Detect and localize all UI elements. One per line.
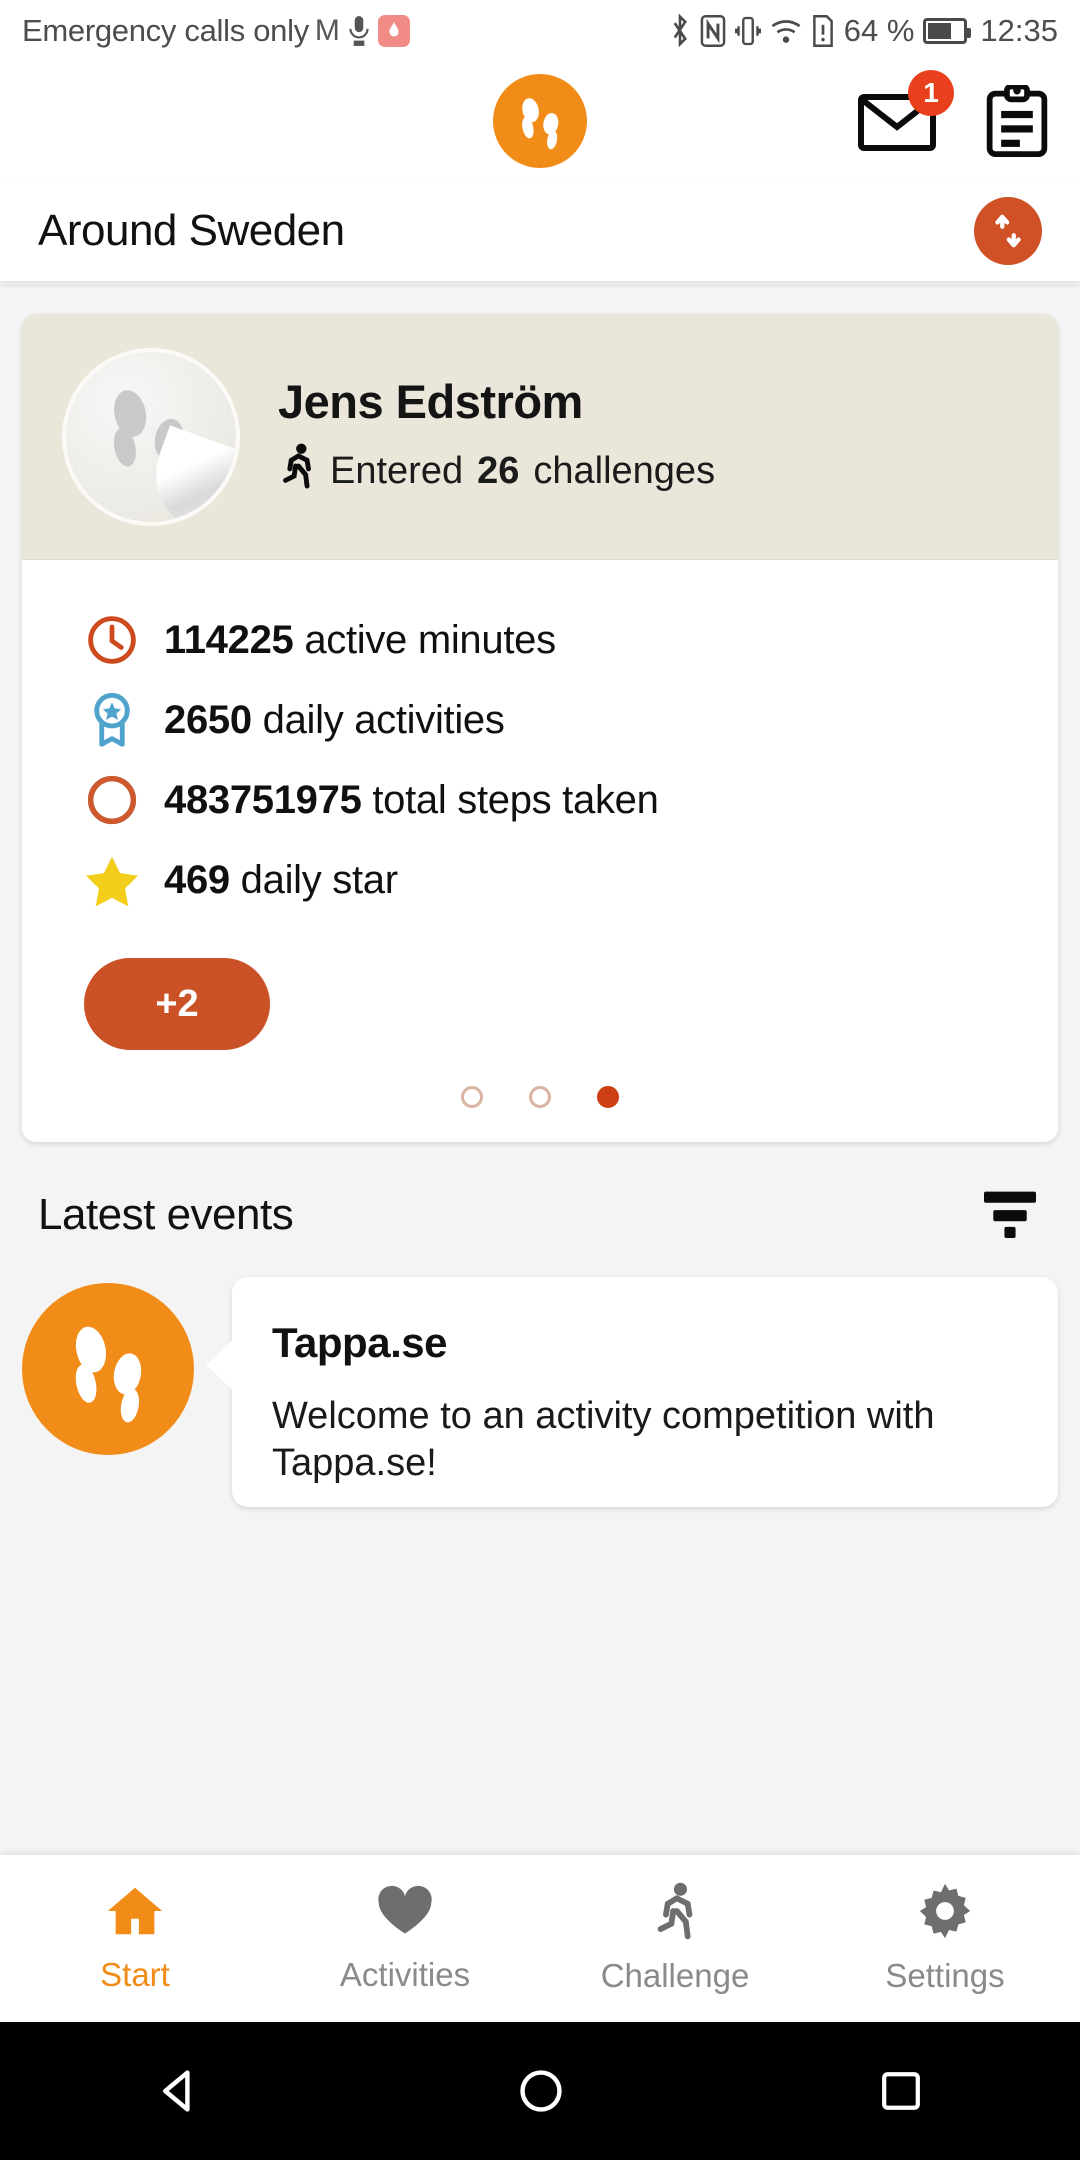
mic-icon <box>346 15 372 47</box>
latest-events-title: Latest events <box>38 1189 294 1239</box>
stat-label: daily activities <box>262 697 505 742</box>
stat-label: total steps taken <box>372 777 659 822</box>
stat-row: 2650 daily activities <box>22 680 1058 760</box>
square-recents-icon[interactable] <box>878 2068 924 2114</box>
running-person-icon <box>278 443 316 499</box>
gmail-icon: M <box>314 14 340 47</box>
battery-percent: 64 % <box>843 13 915 48</box>
list-item[interactable]: Tappa.se Welcome to an activity competit… <box>0 1243 1080 1508</box>
stat-row: 114225 active minutes <box>22 600 1058 680</box>
header-actions: 1 <box>858 70 1050 157</box>
battery-icon <box>923 18 972 44</box>
heart-icon <box>375 1883 435 1944</box>
profile-name: Jens Edström <box>278 375 583 428</box>
latest-events-header: Latest events <box>0 1142 1080 1243</box>
nav-label: Challenge <box>600 1957 750 1994</box>
clipboard-icon[interactable] <box>984 85 1050 157</box>
circle-home-icon[interactable] <box>517 2067 565 2115</box>
stat-value: 114225 <box>164 617 294 662</box>
carousel-pagination[interactable] <box>22 1050 1058 1142</box>
clock-time: 12:35 <box>980 13 1058 48</box>
status-bar: Emergency calls only M 64 % 12:35 <box>0 0 1080 62</box>
stat-text: 2650 daily activities <box>164 698 505 743</box>
challenges-suffix: challenges <box>533 449 716 492</box>
wifi-icon <box>770 16 802 46</box>
app-header: 1 <box>0 62 1080 180</box>
stat-value: 483751975 <box>164 777 362 822</box>
profile-challenges-line: Entered 26 challenges <box>278 443 715 499</box>
filter-icon[interactable] <box>978 1186 1042 1243</box>
home-icon <box>104 1883 166 1944</box>
mail-icon[interactable]: 1 <box>858 70 954 152</box>
runner-icon <box>648 1882 702 1945</box>
stat-text: 483751975 total steps taken <box>164 778 659 823</box>
stat-text: 469 daily star <box>164 858 398 903</box>
pagination-dot[interactable] <box>529 1086 551 1108</box>
status-bar-left: Emergency calls only M <box>22 13 410 49</box>
nav-label: Start <box>100 1956 170 1993</box>
sync-arrows-icon[interactable] <box>974 196 1042 265</box>
star-icon <box>84 852 140 908</box>
profile-card-header: Jens Edström Entered 26 challenges <box>22 314 1058 560</box>
event-title: Tappa.se <box>272 1319 447 1366</box>
challenges-count: 26 <box>477 449 520 492</box>
main-content: Jens Edström Entered 26 challenges 11422… <box>0 284 1080 1854</box>
footprints-avatar-icon[interactable] <box>62 347 240 526</box>
vibrate-icon <box>734 15 761 47</box>
challenges-prefix: Entered <box>330 449 464 492</box>
nav-item-activities[interactable]: Activities <box>270 1855 540 2022</box>
stat-value: 469 <box>164 857 230 902</box>
triangle-back-icon[interactable] <box>156 2067 204 2115</box>
stat-text: 114225 active minutes <box>164 618 556 663</box>
sim-alert-icon <box>811 15 835 47</box>
nav-item-start[interactable]: Start <box>0 1855 270 2022</box>
stat-value: 2650 <box>164 697 252 742</box>
page-title: Around Sweden <box>38 205 345 255</box>
pagination-dot-active[interactable] <box>597 1086 619 1108</box>
footprints-logo-icon[interactable] <box>22 1283 194 1455</box>
mail-badge: 1 <box>908 70 954 116</box>
nav-item-challenge[interactable]: Challenge <box>540 1855 810 2022</box>
stat-label: daily star <box>240 857 398 902</box>
profile-stats-list: 114225 active minutes 2650 daily activit… <box>22 560 1058 1142</box>
carrier-text: Emergency calls only <box>22 13 309 48</box>
profile-text-block: Jens Edström Entered 26 challenges <box>278 374 715 499</box>
gear-icon <box>916 1882 974 1945</box>
nav-label: Activities <box>339 1956 471 1993</box>
event-bubble[interactable]: Tappa.se Welcome to an activity competit… <box>206 1277 1058 1508</box>
event-body: Welcome to an activity competition with … <box>272 1395 935 1485</box>
ring-icon <box>84 772 140 828</box>
nfc-icon <box>700 15 726 47</box>
bottom-navigation: Start Activities Challenge Settings <box>0 1854 1080 2022</box>
pagination-dot[interactable] <box>461 1086 483 1108</box>
footprints-logo-icon[interactable] <box>493 74 587 168</box>
huawei-icon <box>377 15 410 47</box>
show-more-stats-button[interactable]: +2 <box>84 958 270 1050</box>
system-navigation-bar <box>0 2022 1080 2160</box>
title-bar: Around Sweden <box>0 180 1080 282</box>
nav-label: Settings <box>885 1957 1005 1994</box>
status-bar-right: 64 % 12:35 <box>669 13 1058 49</box>
bluetooth-icon <box>669 14 691 48</box>
stat-row: 483751975 total steps taken <box>22 760 1058 840</box>
medal-icon <box>84 692 140 748</box>
clock-icon <box>84 612 140 668</box>
profile-summary-card[interactable]: Jens Edström Entered 26 challenges 11422… <box>22 314 1058 1142</box>
stat-row: 469 daily star <box>22 840 1058 920</box>
nav-item-settings[interactable]: Settings <box>810 1855 1080 2022</box>
stat-label: active minutes <box>304 617 556 662</box>
